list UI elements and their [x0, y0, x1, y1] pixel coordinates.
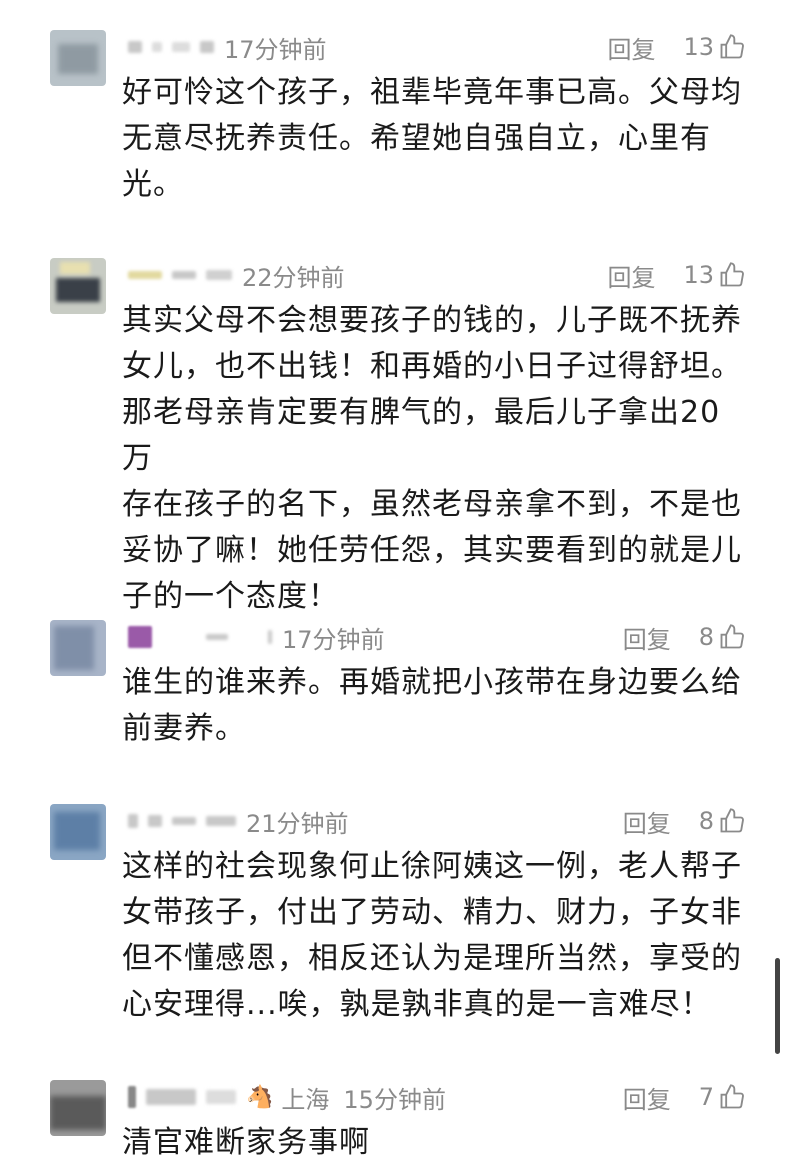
reply-button[interactable]: 回复: [623, 620, 671, 655]
reply-button[interactable]: 回复: [607, 258, 655, 293]
comment-time: 17分钟前: [224, 35, 327, 64]
username-blurred[interactable]: [128, 814, 138, 828]
like-button[interactable]: 8: [699, 623, 746, 651]
reply-button[interactable]: 回复: [623, 1080, 671, 1115]
comment-text: 谁生的谁来养。再婚就把小孩带在身边要么给 前妻养。: [122, 665, 742, 746]
like-count: 13: [683, 33, 714, 61]
thumbs-up-icon: [720, 624, 744, 649]
thumbs-up-icon: [720, 808, 744, 833]
avatar[interactable]: [50, 1080, 106, 1136]
comment-text: 其实父母不会想要孩子的钱的，儿子既不抚养 女儿，也不出钱！和再婚的小日子过得舒坦…: [122, 303, 742, 614]
comment-meta: 🐴 上海 15分钟前 回复 7: [128, 1080, 746, 1114]
username-blurred[interactable]: [128, 41, 142, 53]
like-button[interactable]: 8: [699, 807, 746, 835]
horse-icon: 🐴: [246, 1084, 274, 1110]
comment-meta: 21分钟前 回复 8: [128, 804, 746, 838]
thumbs-up-icon: [720, 1084, 744, 1109]
comment-text: 清官难断家务事啊: [122, 1125, 370, 1160]
comment-meta: 17分钟前 回复 13: [128, 30, 746, 64]
reply-button[interactable]: 回复: [623, 804, 671, 839]
thumbs-up-icon: [720, 34, 744, 59]
comment-time: 21分钟前: [246, 809, 349, 838]
comment-text: 这样的社会现象何止徐阿姨这一例，老人帮子 女带孩子，付出了劳动、精力、财力，子女…: [122, 849, 742, 1022]
like-button[interactable]: 7: [699, 1083, 746, 1111]
comment-meta: 22分钟前 回复 13: [128, 258, 746, 292]
avatar[interactable]: [50, 258, 106, 314]
username-blurred[interactable]: [128, 626, 152, 648]
comment-meta: 17分钟前 回复 8: [128, 620, 746, 654]
username-blurred[interactable]: [128, 271, 162, 279]
avatar[interactable]: [50, 804, 106, 860]
like-button[interactable]: 13: [683, 261, 746, 289]
like-count: 13: [683, 261, 714, 289]
reply-button[interactable]: 回复: [607, 30, 655, 65]
like-count: 8: [698, 623, 714, 651]
scrollbar[interactable]: [775, 958, 780, 1054]
comment-text: 好可怜这个孩子，祖辈毕竟年事已高。父母均 无意尽抚养责任。希望她自强自立，心里有…: [122, 75, 742, 202]
like-count: 8: [698, 807, 714, 835]
comment-time: 17分钟前: [282, 625, 385, 654]
username-blurred[interactable]: [128, 1086, 136, 1108]
avatar[interactable]: [50, 30, 106, 86]
thumbs-up-icon: [720, 262, 744, 287]
comment-time: 22分钟前: [242, 263, 345, 292]
comment-location: 上海: [281, 1085, 330, 1114]
like-count: 7: [698, 1083, 714, 1111]
like-button[interactable]: 13: [683, 33, 746, 61]
comment-time: 15分钟前: [343, 1085, 446, 1114]
avatar[interactable]: [50, 620, 106, 676]
